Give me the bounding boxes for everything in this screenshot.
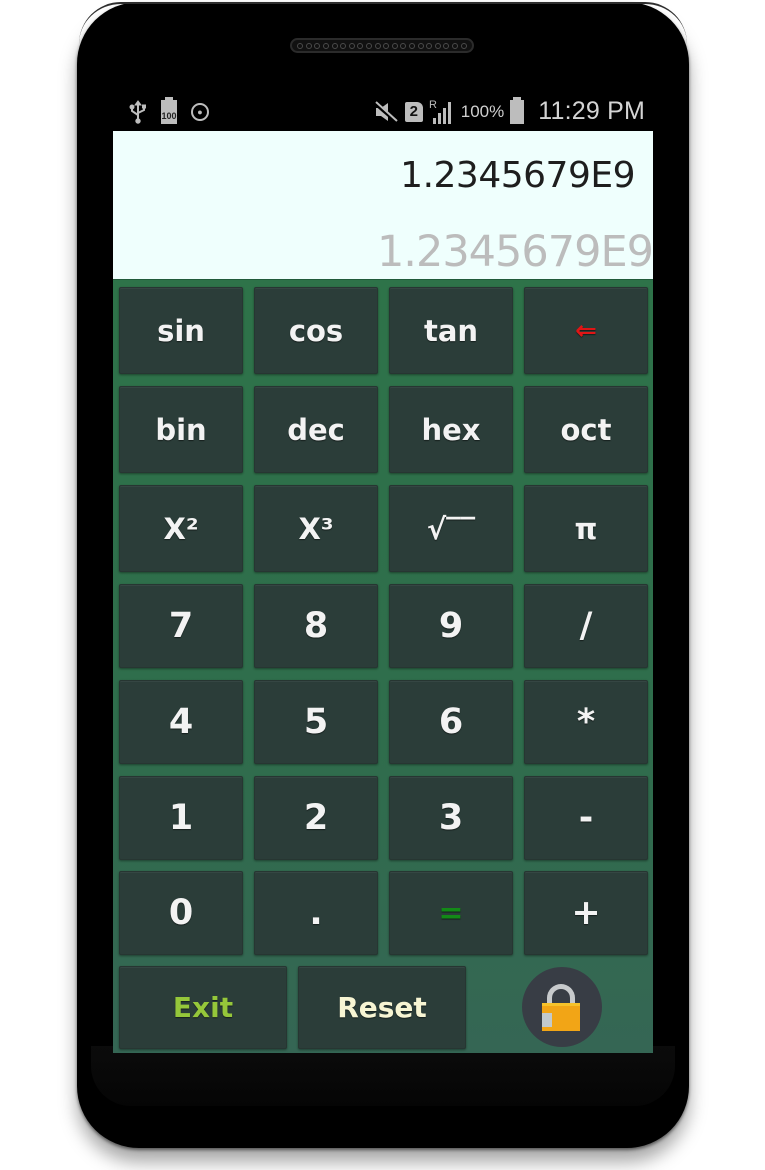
bin-button[interactable]: bin — [119, 386, 243, 473]
keypad: sin cos tan ⇐ bin dec hex oct X² X³ √‾‾ … — [113, 279, 653, 1053]
shield-icon: ● — [191, 102, 209, 121]
expression-text: 1.2345679E9 — [400, 155, 635, 196]
digit-8-button[interactable]: 8 — [254, 584, 378, 668]
digit-7-button[interactable]: 7 — [119, 584, 243, 668]
clock: 11:29 PM — [538, 97, 645, 125]
square-button[interactable]: X² — [119, 485, 243, 572]
digit-4-button[interactable]: 4 — [119, 680, 243, 764]
exit-button[interactable]: Exit — [119, 966, 287, 1049]
backspace-button[interactable]: ⇐ — [524, 287, 648, 374]
battery-small-label: 100 — [161, 110, 177, 121]
oct-button[interactable]: oct — [524, 386, 648, 473]
sin-button[interactable]: sin — [119, 287, 243, 374]
mute-icon — [373, 100, 399, 124]
battery-percent: 100% — [460, 101, 505, 121]
phone-chin — [91, 1046, 675, 1106]
calculator-display: 1.2345679E9 1.2345679E9 — [113, 131, 654, 279]
signal-roaming-icon: R — [429, 98, 455, 126]
multiply-button[interactable]: * — [524, 680, 648, 764]
digit-9-button[interactable]: 9 — [389, 584, 513, 668]
digit-0-button[interactable]: 0 — [119, 871, 243, 955]
divide-button[interactable]: / — [524, 584, 648, 668]
sim-2-icon: 2 — [404, 101, 423, 122]
dec-button[interactable]: dec — [254, 386, 378, 473]
add-button[interactable]: + — [524, 871, 648, 955]
cube-button[interactable]: X³ — [254, 485, 378, 572]
digit-1-button[interactable]: 1 — [119, 776, 243, 860]
status-bar: 100 ● 2 R 100% 11:29 PM — [113, 92, 653, 131]
pi-button[interactable]: π — [524, 485, 648, 572]
reset-button[interactable]: Reset — [298, 966, 466, 1049]
subtract-button[interactable]: - — [524, 776, 648, 860]
lock-button[interactable] — [522, 967, 602, 1047]
tan-button[interactable]: tan — [389, 287, 513, 374]
battery-100-icon: 100 — [161, 96, 177, 124]
battery-icon — [510, 96, 525, 124]
hex-button[interactable]: hex — [389, 386, 513, 473]
decimal-point-button[interactable]: . — [254, 871, 378, 955]
usb-icon — [129, 99, 147, 124]
digit-2-button[interactable]: 2 — [254, 776, 378, 860]
digit-5-button[interactable]: 5 — [254, 680, 378, 764]
result-text: 1.2345679E9 — [376, 227, 654, 277]
cos-button[interactable]: cos — [254, 287, 378, 374]
roaming-label: R — [429, 99, 437, 111]
equals-button[interactable]: = — [389, 871, 513, 955]
digit-3-button[interactable]: 3 — [389, 776, 513, 860]
speaker-grille — [290, 38, 474, 53]
digit-6-button[interactable]: 6 — [389, 680, 513, 764]
sqrt-button[interactable]: √‾‾ — [389, 485, 513, 572]
